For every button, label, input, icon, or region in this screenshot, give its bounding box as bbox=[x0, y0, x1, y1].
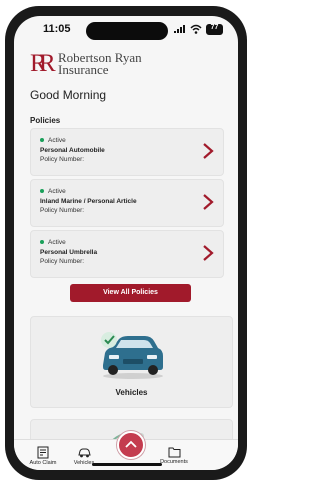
policies-heading: Policies bbox=[30, 116, 61, 125]
policy-status: Active bbox=[40, 137, 66, 144]
robertson-ryan-logo-icon: R R bbox=[30, 50, 56, 75]
tab-label: Auto Claim bbox=[29, 460, 57, 466]
view-all-policies-button[interactable]: View All Policies bbox=[70, 284, 191, 302]
wifi-icon bbox=[190, 24, 202, 34]
active-dot-icon bbox=[40, 189, 44, 194]
expand-menu-button[interactable] bbox=[117, 431, 145, 459]
folder-icon bbox=[168, 447, 180, 458]
chevron-right-icon[interactable] bbox=[202, 193, 214, 211]
svg-text:R: R bbox=[39, 50, 56, 75]
active-dot-icon bbox=[40, 240, 44, 245]
tab-auto-claim[interactable]: Auto Claim bbox=[22, 440, 64, 466]
active-dot-icon bbox=[40, 138, 44, 143]
chevron-right-icon[interactable] bbox=[202, 142, 214, 160]
status-time: 11:05 bbox=[43, 23, 71, 35]
policy-title: Personal Umbrella bbox=[40, 249, 98, 256]
chevron-up-icon bbox=[125, 440, 137, 448]
brand-name: Robertson Ryan Insurance bbox=[58, 51, 142, 77]
tab-label: Documents bbox=[160, 459, 188, 465]
policy-status: Active bbox=[40, 239, 66, 246]
battery-icon: 77 bbox=[206, 24, 223, 35]
policy-status: Active bbox=[40, 188, 66, 195]
home-indicator bbox=[92, 463, 162, 466]
status-bar: 11:05 77 bbox=[14, 16, 238, 40]
policy-number-label: Policy Number: bbox=[40, 156, 85, 163]
chevron-right-icon[interactable] bbox=[202, 244, 214, 262]
policy-number-label: Policy Number: bbox=[40, 207, 85, 214]
battery-level: 77 bbox=[210, 24, 219, 31]
policy-title: Inland Marine / Personal Article bbox=[40, 198, 137, 205]
policy-title: Personal Automobile bbox=[40, 147, 105, 154]
app-screen: 11:05 77 R R Robertson Ryan Insurance Go… bbox=[14, 16, 238, 470]
brand-line-2: Insurance bbox=[58, 62, 109, 77]
policy-card-inland-marine[interactable]: Active Inland Marine / Personal Article … bbox=[30, 179, 224, 227]
greeting: Good Morning bbox=[30, 88, 107, 102]
dynamic-island bbox=[86, 22, 168, 40]
claim-document-icon bbox=[37, 446, 49, 459]
tab-documents[interactable]: Documents bbox=[151, 440, 197, 465]
policy-card-auto[interactable]: Active Personal Automobile Policy Number… bbox=[30, 128, 224, 176]
policy-number-label: Policy Number: bbox=[40, 258, 85, 265]
policy-card-umbrella[interactable]: Active Personal Umbrella Policy Number: bbox=[30, 230, 224, 278]
car-with-checkmark-icon bbox=[101, 332, 163, 379]
phone-frame: 11:05 77 R R Robertson Ryan Insurance Go… bbox=[5, 6, 247, 480]
vehicles-card[interactable]: Vehicles bbox=[30, 316, 233, 408]
vehicles-card-label: Vehicles bbox=[115, 388, 148, 397]
car-icon bbox=[78, 448, 91, 458]
signal-icon bbox=[174, 25, 185, 33]
